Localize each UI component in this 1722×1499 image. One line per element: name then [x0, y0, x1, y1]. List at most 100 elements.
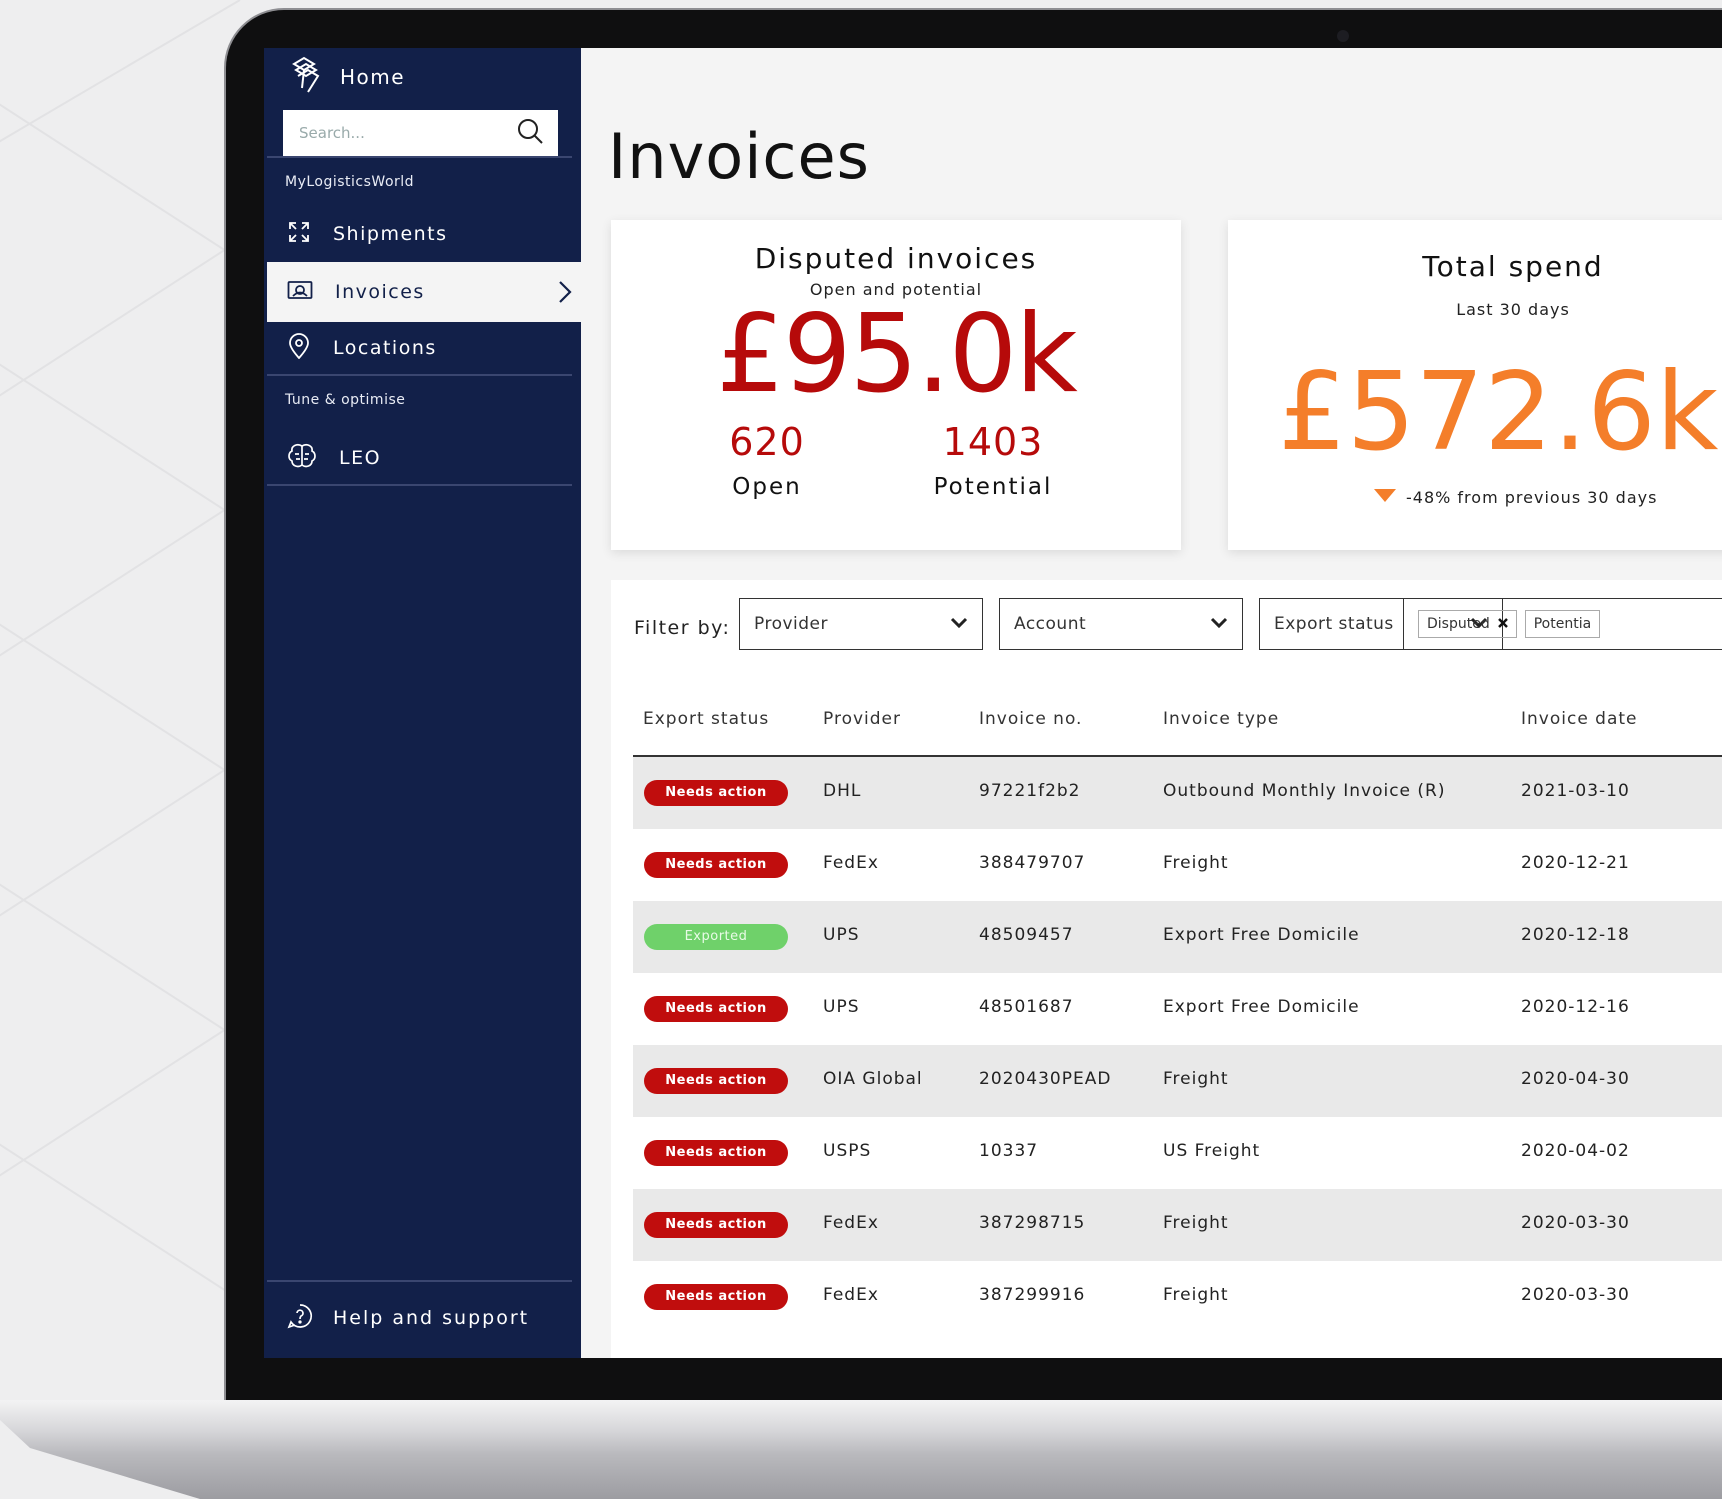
- table-cell-date: 2020-04-02: [1521, 1141, 1630, 1161]
- status-badge: Needs action: [644, 1284, 788, 1310]
- triangle-down-icon: [1374, 488, 1396, 507]
- table-cell-date: 2020-12-16: [1521, 997, 1630, 1017]
- chip-label: Disputed: [1427, 616, 1490, 632]
- table-cell-provider: UPS: [823, 925, 860, 945]
- open-label: Open: [732, 474, 802, 500]
- table-row[interactable]: Needs action FedEx 388479707 Freight 2020-12…: [633, 829, 1722, 901]
- chip-label: Potentia: [1533, 616, 1592, 632]
- sidebar-item-invoices[interactable]: Invoices: [267, 262, 581, 322]
- help-label: Help and support: [333, 1307, 530, 1329]
- table-cell-invoice-no: 387299916: [979, 1285, 1086, 1305]
- invoices-panel: Filter by: Provider Account Export statu…: [611, 580, 1722, 1358]
- chip-potential[interactable]: Potentia: [1524, 610, 1601, 638]
- search-input[interactable]: [297, 123, 501, 143]
- table-cell-date: 2020-04-30: [1521, 1069, 1630, 1089]
- table-cell-invoice-no: 48509457: [979, 925, 1074, 945]
- total-spend-card[interactable]: Total spend Last 30 days £572.6k -48% fr…: [1228, 220, 1722, 550]
- column-header[interactable]: Invoice no.: [979, 709, 1082, 729]
- card-title: Disputed invoices: [754, 242, 1038, 275]
- table-row[interactable]: Needs action OIA Global 2020430PEAD Freight…: [633, 1045, 1722, 1117]
- column-header[interactable]: Invoice date: [1521, 709, 1638, 729]
- table-cell-type: Freight: [1163, 1285, 1229, 1305]
- status-badge: Needs action: [644, 852, 788, 878]
- table-cell-type: Export Free Domicile: [1163, 997, 1360, 1017]
- table-cell-date: 2020-12-21: [1521, 853, 1630, 873]
- table-cell-provider: FedEx: [823, 853, 879, 873]
- sidebar-item-label: LEO: [339, 447, 382, 469]
- sidebar: Home MyLogisticsWorld Shipments: [264, 48, 581, 1358]
- sidebar-item-leo[interactable]: LEO: [267, 428, 581, 488]
- column-header[interactable]: Invoice type: [1163, 709, 1279, 729]
- section-label-mylogisticsworld: MyLogisticsWorld: [285, 174, 415, 190]
- open-count: 620: [729, 420, 805, 464]
- table-cell-date: 2020-12-18: [1521, 925, 1630, 945]
- spend-change: -48% from previous 30 days: [1374, 488, 1657, 507]
- status-badge: Needs action: [644, 1068, 788, 1094]
- sidebar-divider: [267, 1280, 572, 1282]
- help-icon: [287, 1303, 313, 1334]
- laptop-base: [0, 1400, 1722, 1499]
- table-cell-type: Outbound Monthly Invoice (R): [1163, 781, 1446, 801]
- camera-icon: [1337, 30, 1349, 42]
- table-cell-provider: FedEx: [823, 1213, 879, 1233]
- sidebar-item-label: Shipments: [333, 223, 448, 245]
- table-cell-invoice-no: 387298715: [979, 1213, 1086, 1233]
- sidebar-divider: [267, 484, 572, 486]
- sidebar-divider: [267, 156, 572, 158]
- location-pin-icon: [287, 332, 311, 364]
- table-row[interactable]: Needs action USPS 10337 US Freight 2020-04-0…: [633, 1117, 1722, 1189]
- table-cell-type: Export Free Domicile: [1163, 925, 1360, 945]
- table-row[interactable]: Needs action UPS 48501687 Export Free Domic…: [633, 973, 1722, 1045]
- spend-change-text: -48% from previous 30 days: [1406, 488, 1658, 507]
- status-badge: Needs action: [644, 1212, 788, 1238]
- table-row[interactable]: Exported UPS 48509457 Export Free Domicile 2…: [633, 901, 1722, 973]
- sidebar-item-label: Locations: [333, 337, 437, 359]
- column-header[interactable]: Provider: [823, 709, 901, 729]
- status-badge: Needs action: [644, 780, 788, 806]
- expand-icon: [287, 220, 311, 249]
- search-icon[interactable]: [516, 117, 544, 149]
- sidebar-item-label: Invoices: [335, 281, 425, 303]
- spend-amount: £572.6k: [1278, 350, 1719, 475]
- home-label: Home: [340, 65, 406, 89]
- status-chip-filter: Disputed Potentia: [1403, 598, 1722, 650]
- disputed-invoices-card[interactable]: Disputed invoices Open and potential £95…: [611, 220, 1181, 550]
- chevron-down-icon: [950, 614, 968, 634]
- invoice-icon: [287, 279, 313, 306]
- sidebar-item-locations[interactable]: Locations: [267, 318, 581, 378]
- card-subtitle: Last 30 days: [1456, 300, 1570, 319]
- potential-count: 1403: [942, 420, 1044, 464]
- account-select-value: Account: [1014, 614, 1087, 634]
- table-cell-provider: UPS: [823, 997, 860, 1017]
- table-cell-type: US Freight: [1163, 1141, 1261, 1161]
- table-cell-date: 2020-03-30: [1521, 1213, 1630, 1233]
- search-bar: [283, 110, 558, 156]
- table-cell-type: Freight: [1163, 1069, 1229, 1089]
- filter-label: Filter by:: [634, 617, 731, 639]
- card-title: Total spend: [1422, 250, 1604, 283]
- chip-disputed[interactable]: Disputed: [1418, 610, 1517, 638]
- home-link[interactable]: Home: [290, 52, 405, 102]
- sidebar-item-shipments[interactable]: Shipments: [267, 204, 581, 264]
- table-cell-provider: USPS: [823, 1141, 872, 1161]
- table-cell-provider: FedEx: [823, 1285, 879, 1305]
- potential-label: Potential: [933, 474, 1053, 500]
- chevron-down-icon: [1210, 614, 1228, 634]
- help-and-support-link[interactable]: Help and support: [267, 1293, 529, 1343]
- account-select[interactable]: Account: [999, 598, 1243, 650]
- provider-select[interactable]: Provider: [739, 598, 983, 650]
- brain-icon: [287, 443, 317, 474]
- status-badge: Exported: [644, 924, 788, 950]
- column-header[interactable]: Export status: [643, 709, 769, 729]
- chevron-right-icon: [557, 280, 573, 309]
- table-cell-invoice-no: 97221f2b2: [979, 781, 1081, 801]
- export-status-select-value: Export status: [1274, 614, 1394, 634]
- table-cell-provider: OIA Global: [823, 1069, 923, 1089]
- close-icon[interactable]: [1497, 616, 1508, 632]
- table-row[interactable]: Needs action DHL 97221f2b2 Outbound Monthly…: [633, 757, 1722, 829]
- table-cell-invoice-no: 10337: [979, 1141, 1039, 1161]
- provider-select-value: Provider: [754, 614, 828, 634]
- table-row[interactable]: Needs action FedEx 387298715 Freight 2020-03…: [633, 1189, 1722, 1261]
- table-row[interactable]: Needs action FedEx 387299916 Freight 2020-03…: [633, 1261, 1722, 1333]
- table-cell-provider: DHL: [823, 781, 862, 801]
